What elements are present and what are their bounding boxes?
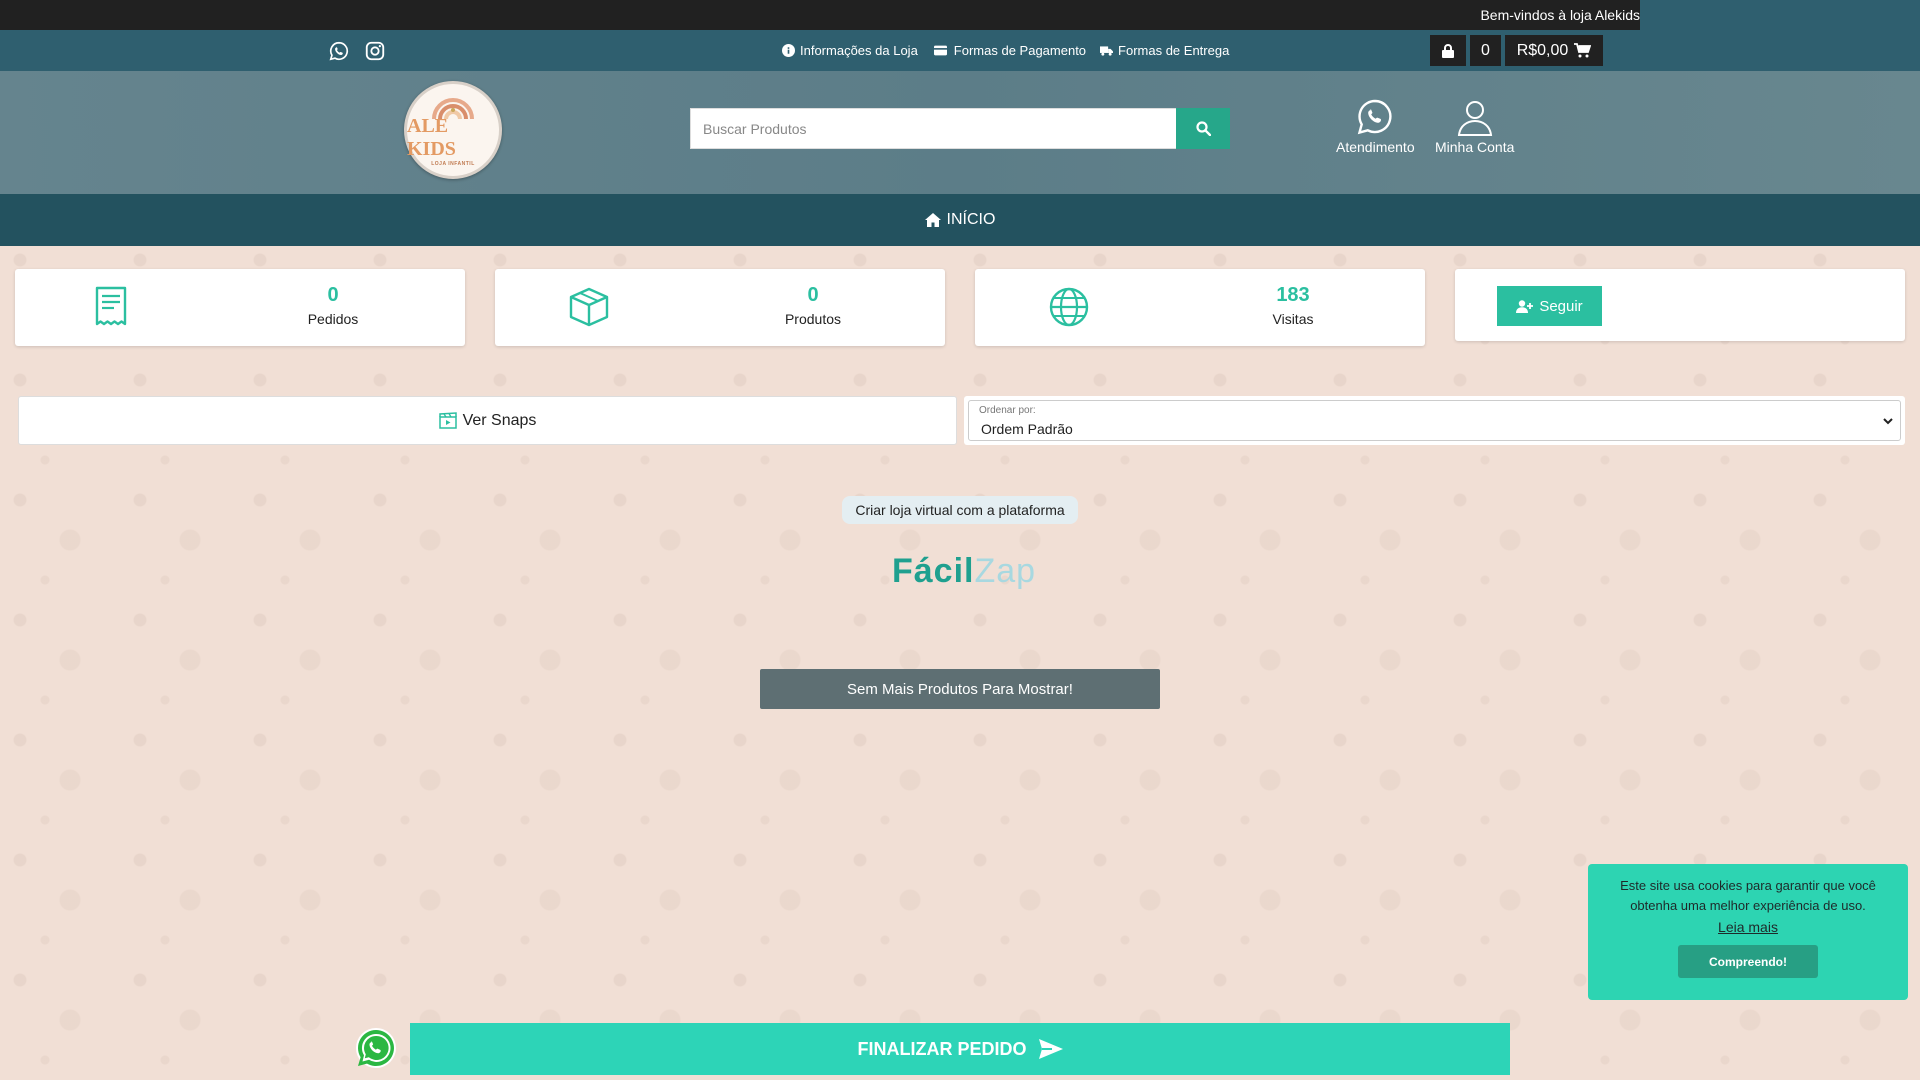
cart-button[interactable]: R$0,00 <box>1505 35 1603 66</box>
search-button[interactable] <box>1176 108 1230 149</box>
cookie-accept-button[interactable]: Compreendo! <box>1678 945 1818 978</box>
store-info-link[interactable]: Informações da Loja <box>782 43 918 58</box>
facilzap-logo[interactable]: FácilZap <box>892 552 1036 591</box>
sort-value: Ordem Padrão <box>981 421 1073 437</box>
platform-text: Criar loja virtual com a plataforma <box>855 502 1065 518</box>
facilzap-logo-part2: Zap <box>974 552 1037 590</box>
lock-icon <box>1442 43 1454 58</box>
whatsapp-icon <box>1358 99 1392 135</box>
delivery-methods-label: Formas de Entrega <box>1118 43 1230 58</box>
cookie-banner: Este site usa cookies para garantir que … <box>1588 864 1908 1000</box>
whatsapp-icon[interactable] <box>328 40 350 62</box>
truck-icon <box>1100 46 1114 56</box>
info-icon <box>782 44 795 57</box>
store-logo[interactable]: ALE KIDS LOJA INFANTIL <box>404 81 502 179</box>
orders-count: 0 <box>327 284 339 306</box>
cart-count[interactable]: 0 <box>1470 35 1501 66</box>
snaps-label: Ver Snaps <box>462 411 537 429</box>
cookie-more-link[interactable]: Leia mais <box>1604 917 1892 937</box>
search-bar <box>690 108 1230 149</box>
welcome-text: Bem-vindos à loja Alekids <box>1480 7 1640 23</box>
payment-methods-link[interactable]: Formas de Pagamento <box>932 43 1086 58</box>
visits-count: 183 <box>1276 284 1310 306</box>
delivery-methods-link[interactable]: Formas de Entrega <box>1100 43 1229 58</box>
orders-stat: 0 Pedidos <box>15 269 465 346</box>
cookie-text: Este site usa cookies para garantir que … <box>1620 878 1876 913</box>
platform-link[interactable]: Criar loja virtual com a plataforma <box>842 496 1078 524</box>
welcome-marquee: Bem-vindos à loja Alekids <box>0 0 1640 30</box>
info-links: Informações da Loja Formas de Pagamento … <box>782 43 1229 58</box>
info-bar: Informações da Loja Formas de Pagamento … <box>0 30 1920 71</box>
social-links <box>328 40 386 62</box>
follow-label: Seguir <box>1539 297 1583 315</box>
visits-stat: 183 Visitas <box>975 269 1425 346</box>
products-label: Produtos <box>784 311 842 327</box>
finalize-label: FINALIZAR PEDIDO <box>857 1038 1027 1059</box>
support-label: Atendimento <box>1336 139 1415 155</box>
sort-label: Ordenar por: <box>979 405 1036 416</box>
payment-methods-label: Formas de Pagamento <box>953 43 1087 58</box>
instagram-icon[interactable] <box>364 40 386 62</box>
nav-home[interactable]: INÍCIO <box>924 211 996 229</box>
credit-card-icon <box>933 45 947 56</box>
snaps-button[interactable]: Ver Snaps <box>18 396 957 445</box>
store-info-label: Informações da Loja <box>800 43 918 58</box>
account-link[interactable]: Minha Conta <box>1435 98 1514 155</box>
sort-container: Ordenar por: Ordem Padrão <box>964 396 1905 445</box>
whatsapp-float-icon[interactable] <box>354 1026 398 1070</box>
follow-card: Seguir <box>1455 269 1905 341</box>
search-input[interactable] <box>690 108 1176 149</box>
facilzap-logo-part1: Fácil <box>892 552 975 590</box>
sort-select[interactable]: Ordenar por: Ordem Padrão <box>968 400 1901 441</box>
products-stat: 0 Produtos <box>495 269 945 346</box>
finalize-order-button[interactable]: FINALIZAR PEDIDO <box>410 1023 1510 1075</box>
home-icon <box>924 213 941 227</box>
marquee-end-fill <box>1640 0 1920 30</box>
logo-text: ALE KIDS <box>407 115 456 160</box>
orders-label: Pedidos <box>307 311 359 327</box>
main-nav: INÍCIO <box>0 194 1920 246</box>
cart-area: 0 R$0,00 <box>1430 35 1603 66</box>
visits-label: Visitas <box>1272 311 1314 327</box>
products-count: 0 <box>807 284 819 306</box>
support-link[interactable]: Atendimento <box>1336 98 1415 155</box>
login-button[interactable] <box>1430 35 1466 66</box>
video-clapper-icon <box>438 412 457 429</box>
user-icon <box>1457 101 1492 136</box>
account-label: Minha Conta <box>1435 139 1515 155</box>
follow-button[interactable]: Seguir <box>1497 286 1602 326</box>
chevron-down-icon <box>1883 418 1893 425</box>
send-icon <box>1038 1039 1063 1059</box>
user-plus-icon <box>1516 299 1534 313</box>
logo-subtitle: LOJA INFANTIL <box>431 161 475 167</box>
no-more-products: Sem Mais Produtos Para Mostrar! <box>760 669 1160 709</box>
nav-home-label: INÍCIO <box>946 211 996 228</box>
search-icon <box>1195 121 1211 136</box>
cart-icon <box>1574 43 1592 58</box>
cart-total: R$0,00 <box>1516 41 1569 59</box>
store-header: ALE KIDS LOJA INFANTIL Atendimento Minha… <box>0 71 1920 194</box>
